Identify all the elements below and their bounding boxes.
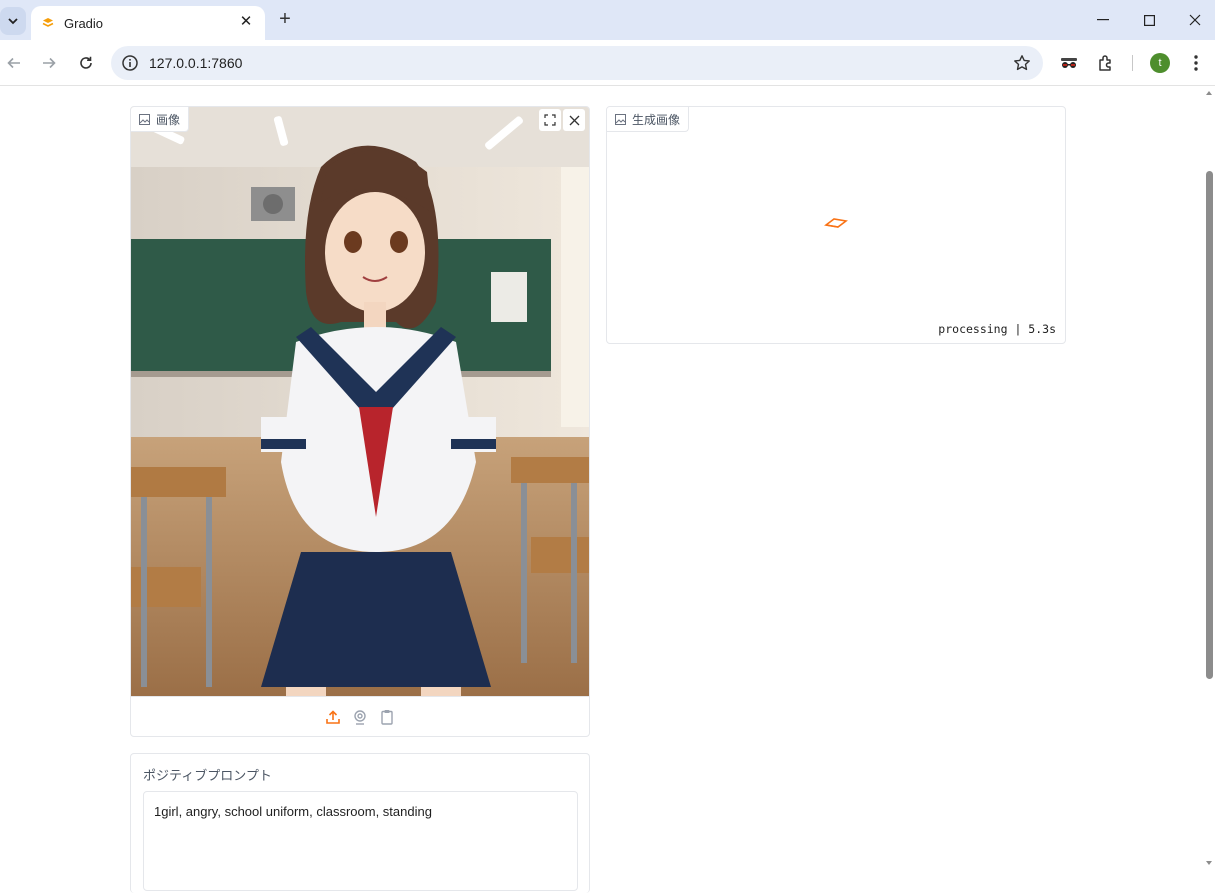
tab-title: Gradio: [64, 15, 104, 31]
url-text[interactable]: 127.0.0.1:7860: [149, 55, 242, 71]
image-source-bar: [131, 696, 589, 736]
positive-prompt-component: ポジティブプロンプト 1girl, angry, school uniform,…: [130, 753, 590, 893]
back-icon[interactable]: [2, 51, 26, 75]
minimize-icon[interactable]: [1089, 8, 1117, 32]
input-image-label-text: 画像: [156, 112, 181, 127]
image-actions: [539, 109, 585, 131]
maximize-icon[interactable]: [1135, 8, 1163, 32]
upload-icon[interactable]: [325, 708, 342, 725]
processing-status: processing | 5.3s: [938, 322, 1056, 336]
profile-avatar[interactable]: t: [1150, 53, 1170, 73]
scrollbar-thumb[interactable]: [1206, 171, 1213, 679]
tab-strip: Gradio ✕ +: [0, 0, 1215, 40]
extensions-icon[interactable]: [1095, 52, 1117, 74]
output-image-label-text: 生成画像: [632, 112, 681, 127]
clipboard-icon[interactable]: [379, 708, 396, 725]
scroll-up-icon[interactable]: [1205, 89, 1213, 97]
uploaded-image: [131, 107, 589, 696]
browser-toolbar: 127.0.0.1:7860 t: [0, 40, 1215, 86]
loading-spinner-icon: [824, 218, 848, 228]
site-info-icon[interactable]: [121, 54, 139, 72]
tab-search-icon[interactable]: [0, 7, 26, 35]
positive-prompt-textarea[interactable]: 1girl, angry, school uniform, classroom,…: [143, 791, 578, 891]
gradio-favicon-icon: [42, 18, 54, 27]
browser-tab[interactable]: Gradio ✕: [31, 6, 265, 40]
incognito-icon[interactable]: [1058, 52, 1080, 74]
address-bar[interactable]: 127.0.0.1:7860: [111, 46, 1043, 80]
clear-icon[interactable]: [563, 109, 585, 131]
page-scrollbar[interactable]: [1203, 87, 1215, 873]
scroll-down-icon[interactable]: [1205, 859, 1213, 867]
image-icon: [139, 113, 150, 125]
output-image-label: 生成画像: [607, 107, 690, 132]
webcam-icon[interactable]: [352, 708, 369, 725]
positive-prompt-label: ポジティブプロンプト: [143, 768, 272, 783]
kebab-menu-icon[interactable]: [1186, 52, 1206, 74]
input-image-component: 画像: [130, 106, 590, 737]
plus-icon[interactable]: +: [273, 8, 297, 32]
bookmark-star-icon[interactable]: [1013, 54, 1031, 72]
input-image-label: 画像: [131, 107, 190, 132]
close-icon[interactable]: ✕: [237, 13, 255, 31]
gradio-app: 画像 生成画像 processing | 5.3s ポジティブプロンプト 1gi…: [0, 87, 1215, 893]
fullscreen-icon[interactable]: [539, 109, 561, 131]
forward-icon[interactable]: [37, 51, 61, 75]
reload-icon[interactable]: [74, 51, 98, 75]
output-image-component: 生成画像 processing | 5.3s: [606, 106, 1066, 344]
window-close-icon[interactable]: [1181, 8, 1209, 32]
toolbar-divider: [1132, 55, 1133, 71]
image-icon: [615, 113, 626, 125]
